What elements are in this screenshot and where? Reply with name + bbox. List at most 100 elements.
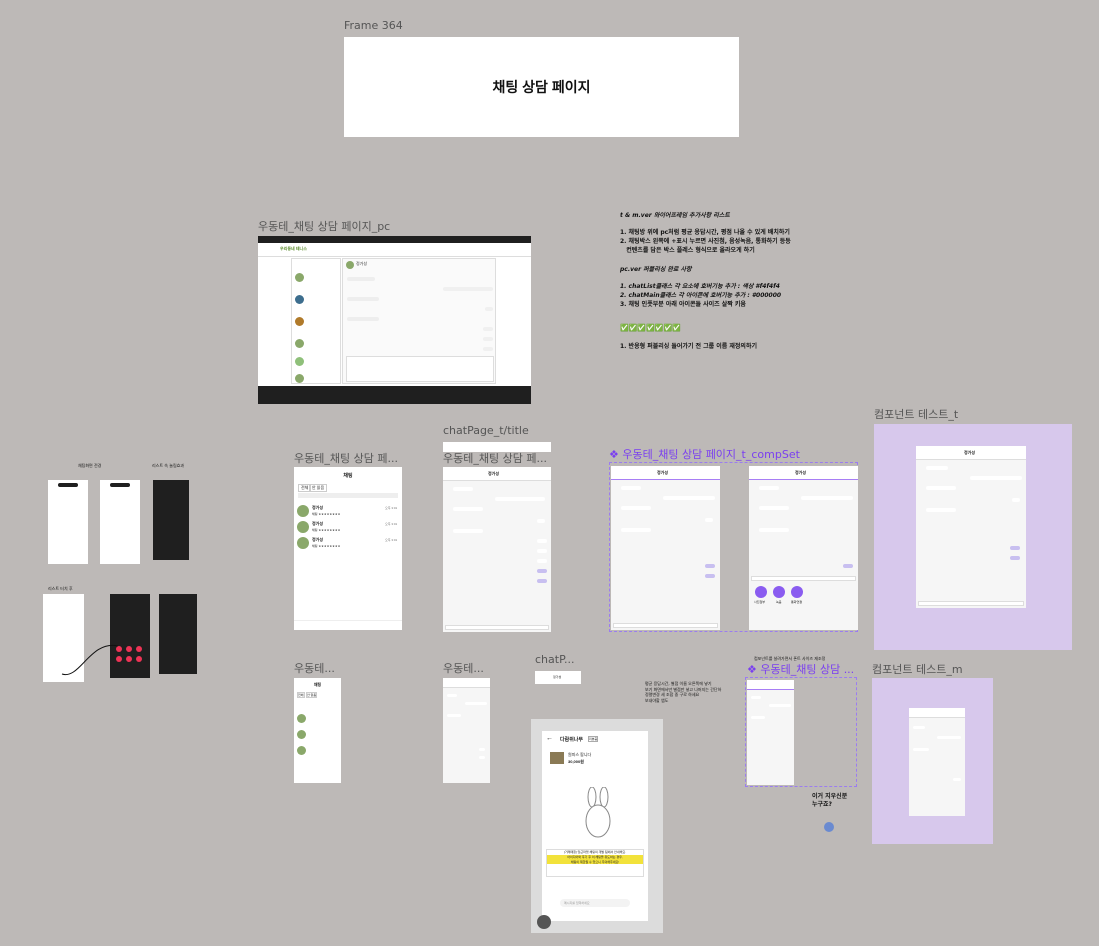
list-item-name: 정가성 — [312, 505, 324, 510]
pc-list-avatar[interactable] — [295, 339, 304, 348]
comp-test-t-name: 정가성 — [964, 450, 976, 455]
tablet-search-input[interactable] — [298, 493, 398, 498]
chatpage-title-label[interactable]: chatPage_t/title — [443, 424, 529, 437]
chat-bubble — [537, 539, 547, 543]
pc-list-avatar[interactable] — [295, 357, 304, 366]
compset-label[interactable]: ❖ 우동테_채팅 상담 페이지_t_compSet — [609, 446, 800, 462]
action-label: 녹음 — [776, 600, 782, 604]
pc-frame-label[interactable]: 우동테_채팅 상담 페이지_pc — [258, 218, 390, 234]
avatar — [297, 730, 306, 739]
ref-phone[interactable] — [100, 480, 140, 564]
chat-bubble — [937, 736, 961, 739]
chat-bubble — [705, 564, 715, 568]
pc-chat-input[interactable] — [346, 356, 494, 382]
daangn-item-name: 원피스 팝니다 — [568, 752, 592, 757]
tablet-chat-input[interactable] — [445, 625, 549, 630]
tablet-list-label[interactable]: 우동테_채팅 상담 페... — [294, 450, 398, 466]
chatp-frame[interactable]: 정가성 — [535, 671, 581, 684]
chat-bubble — [537, 519, 545, 523]
pc-list-avatar[interactable] — [295, 295, 304, 304]
pc-bubble — [347, 317, 379, 321]
comp-test-m-frame[interactable] — [872, 678, 993, 844]
chat-bubble — [843, 564, 853, 568]
pc-bubble — [483, 337, 493, 341]
list-item-preview: 채팅 ㅎㅎㅎㅎㅎㅎㅎㅎ — [312, 544, 341, 548]
done-item: 2. chatMain클래스 각 아이콘에 호버기능 추가 : #000000 — [620, 292, 782, 299]
mobile-chat-label[interactable]: 우동테... — [443, 660, 484, 676]
done-item: 3. 채팅 인풋부분 아래 아이콘들 사이즈 살짝 키움 — [620, 301, 746, 308]
todo-item: 1. 채팅방 위에 pc처럼 평균 응답시간, 평점 나올 수 있게 배치하기 — [620, 229, 790, 236]
ref-label-a: 채팅화면 전경 — [78, 463, 102, 468]
ref-phone-dark[interactable] — [159, 594, 197, 674]
tablet-list-frame[interactable]: 채팅 전체 안 읽음 정가성 채팅 ㅎㅎㅎㅎㅎㅎㅎㅎ 오후 3:01 정가성 채… — [294, 467, 402, 630]
pc-logo[interactable]: 우리동네 테니스 — [280, 246, 307, 252]
ref-phone-dark[interactable] — [153, 480, 189, 560]
pc-topbar — [258, 236, 531, 243]
chat-bubble — [479, 748, 485, 751]
mobile-list-frame[interactable]: 채팅 전체 안 읽음 — [294, 678, 341, 783]
comp-test-t-label[interactable]: 컴포넌트 테스트_t — [874, 406, 958, 422]
comp-test-t-input[interactable] — [918, 601, 1024, 606]
tablet-bottom-nav[interactable] — [294, 620, 402, 630]
pc-bubble — [483, 347, 493, 351]
pc-list-avatar[interactable] — [295, 374, 304, 383]
daangn-screen[interactable]: ← 다람쥐나무 리뷰중 원피스 팝니다 30,000원 [거래매칭] 당근마켓 … — [542, 731, 648, 921]
chat-bubble — [479, 756, 485, 759]
attach-photo-button[interactable] — [755, 586, 767, 598]
comp-test-t-phone[interactable]: 정가성 — [916, 446, 1026, 608]
list-item-time: 오후 3:01 — [385, 506, 398, 510]
daangn-title: 다람쥐나무 — [560, 737, 584, 743]
todo-item: 컨텐츠를 담은 박스 플레스 형식으로 올라오게 하기 — [620, 247, 755, 254]
daangn-input[interactable]: 메시지를 입력하세요 — [560, 899, 630, 907]
record-button[interactable] — [773, 586, 785, 598]
notice-line-c: 채팅이 제한될 수 있으니 주의해주세요! — [547, 859, 643, 865]
list-item-time: 오후 3:01 — [385, 522, 398, 526]
tablet-chat-name: 정가성 — [488, 471, 500, 476]
list-item[interactable]: 정가성 채팅 ㅎㅎㅎㅎㅎㅎㅎㅎ 오후 3:01 — [294, 535, 402, 553]
chatp-label[interactable]: chatP... — [535, 653, 574, 666]
compset-input[interactable] — [751, 576, 856, 581]
mobile-list-label[interactable]: 우동테... — [294, 660, 335, 676]
pc-chat-list — [291, 258, 341, 384]
frame364[interactable]: 채팅 상담 페이지 — [344, 37, 739, 137]
compset-input[interactable] — [613, 623, 718, 628]
rabbit-illustration — [585, 787, 611, 838]
tablet-chat-label[interactable]: 우동테_채팅 상담 페... — [443, 450, 547, 466]
mobile-compset-label[interactable]: ❖ 우동테_채팅 상담 ... — [747, 661, 854, 677]
comp-test-t-frame[interactable]: 정가성 — [874, 424, 1072, 650]
pc-bubble — [347, 297, 379, 301]
comp-test-m-phone[interactable] — [909, 708, 965, 816]
mobile-tab-unread[interactable]: 안 읽음 — [306, 692, 318, 698]
daangn-reference[interactable]: ← 다람쥐나무 리뷰중 원피스 팝니다 30,000원 [거래매칭] 당근마켓 … — [531, 719, 663, 933]
tablet-tab-unread[interactable]: 안 읽음 — [309, 484, 328, 492]
list-item-preview: 채팅 ㅎㅎㅎㅎㅎㅎㅎㅎ — [312, 528, 341, 532]
chat-bubble — [537, 549, 547, 553]
ref-phone[interactable] — [48, 480, 88, 564]
chat-bubble — [705, 574, 715, 578]
pc-frame[interactable]: 우리동네 테니스 정가성 — [258, 236, 531, 404]
sticker-line-b: 누구죠? — [812, 800, 833, 808]
chat-bubble — [537, 569, 547, 573]
comp-test-m-label[interactable]: 컴포넌트 테스트_m — [872, 661, 963, 677]
frame364-label[interactable]: Frame 364 — [344, 19, 403, 32]
mobile-chat-frame[interactable] — [443, 678, 490, 783]
todo-notes: t & m.ver 와이어프레임 추가사항 리스트 1. 채팅방 위에 pc처럼… — [620, 211, 860, 351]
mobile-tab-all[interactable]: 전체 — [297, 692, 305, 698]
action-label: 통화연결 — [791, 600, 803, 604]
pc-list-avatar[interactable] — [295, 317, 304, 326]
chat-bubble — [759, 486, 779, 490]
comp-test-t-header: 정가성 — [916, 446, 1026, 460]
chat-bubble — [1012, 498, 1020, 502]
pc-list-avatar[interactable] — [295, 273, 304, 282]
list-item-name: 정가성 — [312, 521, 324, 526]
pc-chat-avatar — [346, 261, 354, 269]
mobile-compset-frame[interactable] — [747, 680, 794, 785]
chat-bubble — [801, 496, 853, 500]
tablet-chat-frame[interactable]: 정가성 — [443, 467, 551, 632]
daangn-back-icon[interactable]: ← — [546, 735, 553, 742]
compset-frame-a[interactable]: 정가성 — [611, 466, 720, 630]
daangn-camera-icon[interactable] — [537, 915, 551, 929]
chat-bubble — [465, 702, 487, 705]
call-button[interactable] — [791, 586, 803, 598]
compset-frame-b[interactable]: 정가성 사진첨부 녹음 통화연결 — [749, 466, 858, 630]
